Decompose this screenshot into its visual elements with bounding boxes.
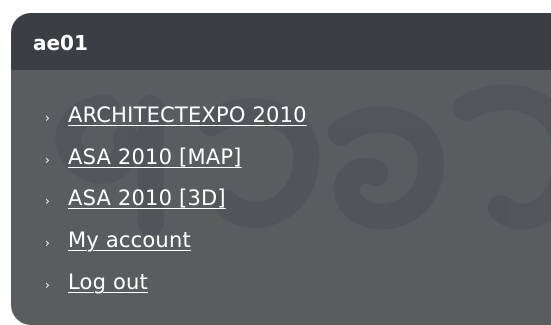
link-log-out[interactable]: Log out [68,269,148,295]
chevron-right-icon: › [45,153,50,167]
link-architectexpo-2010[interactable]: ARCHITECTEXPO 2010 [68,102,307,128]
chevron-right-icon: › [45,278,50,292]
link-my-account[interactable]: My account [68,227,191,253]
user-navigation-menu: › ARCHITECTEXPO 2010 › ASA 2010 [MAP] › … [11,13,551,325]
page: ae01 › ARCHITECTEXPO 2010 › ASA 2010 [MA… [0,0,551,325]
user-menu-block: ae01 › ARCHITECTEXPO 2010 › ASA 2010 [MA… [11,13,551,325]
link-asa-2010-map[interactable]: ASA 2010 [MAP] [68,144,242,170]
chevron-right-icon: › [45,194,50,208]
chevron-right-icon: › [45,111,50,125]
chevron-right-icon: › [45,236,50,250]
link-asa-2010-3d[interactable]: ASA 2010 [3D] [68,185,226,211]
